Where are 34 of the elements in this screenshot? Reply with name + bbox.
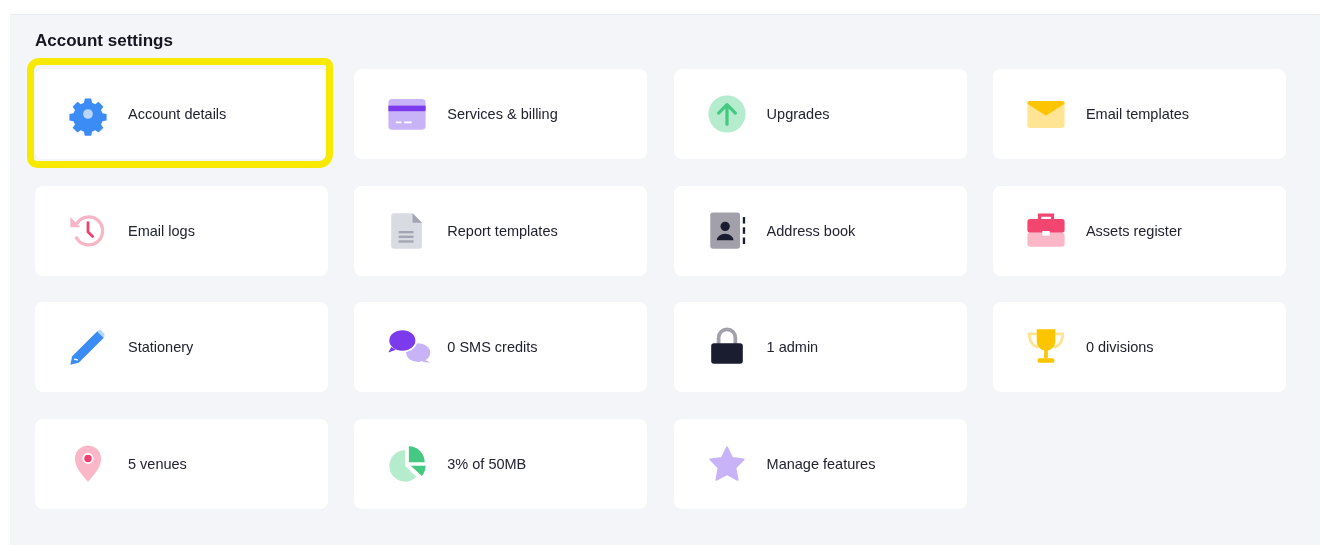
card-label: Manage features (766, 455, 876, 472)
settings-card[interactable]: Email logs (35, 185, 328, 276)
card-label: Address book (766, 222, 856, 239)
settings-card[interactable]: Address book (673, 185, 967, 276)
settings-card[interactable]: 3% of 50MB (354, 418, 648, 509)
settings-card[interactable]: Services & billing (354, 69, 648, 159)
card-label: Email templates (1085, 106, 1190, 122)
settings-card[interactable]: 0 divisions (992, 302, 1286, 392)
settings-card[interactable]: Upgrades (673, 69, 967, 159)
settings-card[interactable]: 5 venues (35, 418, 328, 509)
pencil-icon (68, 327, 108, 367)
card-label: Account details (128, 106, 227, 122)
card-label: Email logs (128, 222, 195, 239)
card-label: 1 admin (766, 339, 819, 355)
card-label: Services & billing (447, 106, 558, 122)
card-label: Stationery (128, 339, 194, 355)
settings-card[interactable]: Assets register (992, 185, 1286, 276)
pie-chart-icon (387, 443, 428, 484)
card-label: 5 venues (128, 455, 187, 472)
card-label: 0 divisions (1085, 339, 1154, 355)
card-label: Report templates (447, 222, 558, 239)
settings-card[interactable]: Email templates (992, 69, 1286, 159)
card-label: Assets register (1085, 222, 1182, 239)
settings-card[interactable]: Manage features (673, 418, 967, 509)
card-label: 3% of 50MB (447, 455, 527, 472)
settings-card[interactable]: 0 SMS credits (354, 302, 648, 392)
star-icon (706, 443, 747, 484)
card-label: Upgrades (766, 106, 830, 122)
settings-card[interactable]: 1 admin (673, 302, 967, 392)
card-label: 0 SMS credits (447, 339, 538, 355)
settings-card[interactable]: Account details (35, 69, 328, 159)
section-title: Account settings (35, 31, 173, 51)
settings-card[interactable]: Stationery (35, 302, 328, 392)
settings-card[interactable]: Report templates (354, 185, 648, 276)
